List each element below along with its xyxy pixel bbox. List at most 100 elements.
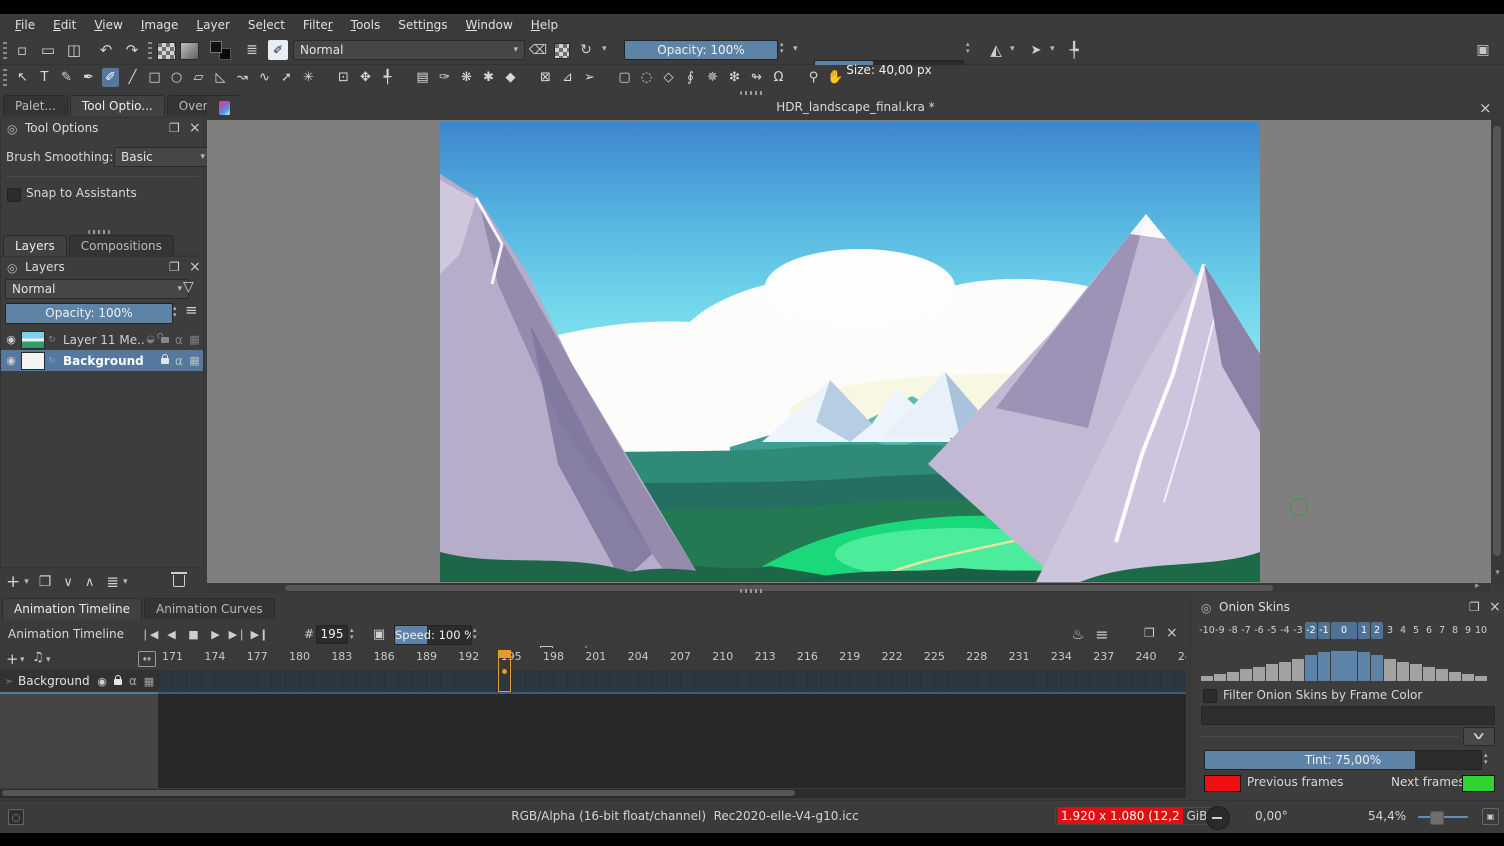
ruler-label[interactable]: 240 [1134, 650, 1176, 663]
scroll-down-icon[interactable]: ▾ [1492, 568, 1503, 578]
splitter-grip[interactable] [740, 91, 764, 95]
ruler-label[interactable]: 174 [202, 650, 244, 663]
ruler-label[interactable]: 225 [922, 650, 964, 663]
toolbox-tool[interactable]: ↖ [14, 68, 31, 87]
close-docker-icon[interactable]: × [189, 120, 201, 136]
toolbox-tool[interactable]: ✥ [357, 68, 374, 87]
onion-opacity-bar[interactable] [1331, 651, 1357, 681]
toolbox-tool[interactable]: ◆ [502, 68, 519, 87]
onion-opacity-bar[interactable] [1227, 672, 1239, 681]
ruler-label[interactable]: 216 [795, 650, 837, 663]
ruler-label[interactable]: 198 [541, 650, 583, 663]
toolbox-tool[interactable]: ▱ [190, 68, 207, 87]
close-document-icon[interactable]: × [1479, 99, 1492, 117]
chevron-down-icon[interactable]: ▾ [24, 577, 29, 587]
onion-frame-toggle[interactable]: 0 [1331, 622, 1357, 639]
docker-tab[interactable]: Tool Optio... [70, 95, 165, 116]
brush-smoothing-select[interactable]: Basic ▾ [114, 147, 212, 167]
chevron-down-icon[interactable]: ▾ [602, 44, 607, 54]
onion-skin-toggle-icon[interactable]: ◒ [144, 334, 157, 345]
toolbox-tool[interactable]: ✒ [80, 68, 97, 87]
delete-layer-button[interactable] [173, 575, 185, 590]
redo-button[interactable]: ↷ [122, 40, 142, 60]
timeline-menu-icon[interactable]: ≡ [1092, 624, 1112, 644]
track-visibility-icon[interactable]: ◉ [94, 675, 110, 688]
onion-frame-toggle[interactable]: -7 [1240, 622, 1252, 639]
brush-presets-button[interactable]: ≣ [242, 40, 262, 60]
menu-item[interactable]: Filter [294, 18, 342, 32]
expand-settings-button[interactable]: ∨ [1463, 727, 1495, 746]
opacity-spinner[interactable]: ▴▾ [780, 41, 784, 55]
snap-to-assistants-checkbox[interactable] [7, 188, 21, 202]
open-document-button[interactable]: ▭ [38, 40, 58, 60]
onion-frame-toggle[interactable]: 7 [1436, 622, 1448, 639]
transport-button[interactable]: ▶❙ [250, 624, 269, 644]
toolbox-tool[interactable]: ○ [168, 68, 185, 87]
float-docker-icon[interactable]: ❐ [1144, 626, 1155, 640]
docker-tab[interactable]: Animation Timeline [2, 598, 142, 619]
onion-frame-toggle[interactable]: -4 [1279, 622, 1291, 639]
onion-opacity-bar[interactable] [1240, 669, 1252, 681]
menu-item[interactable]: Image [132, 18, 188, 32]
preserve-alpha-button[interactable] [554, 43, 570, 59]
size-slider[interactable]: Size: 40,00 px [814, 60, 964, 80]
toolbox-tool[interactable]: ⊠ [537, 68, 554, 87]
onion-opacity-bar[interactable] [1201, 676, 1213, 681]
onion-opacity-bar[interactable] [1214, 674, 1226, 681]
toolbox-tool[interactable]: □ [146, 68, 163, 87]
track-frames[interactable] [158, 670, 1186, 694]
inherit-alpha-icon[interactable]: ▦ [186, 354, 203, 367]
close-docker-icon[interactable]: × [1489, 599, 1501, 615]
layer-row[interactable]: ◉ ↻ Layer 11 Me... ◒ α ▦ [1, 329, 203, 350]
ruler-label[interactable]: 228 [964, 650, 1006, 663]
foreground-color-swatch[interactable] [210, 41, 222, 53]
ruler-label[interactable]: 180 [287, 650, 329, 663]
chevron-down-icon[interactable]: ▾ [20, 655, 25, 665]
onion-frame-toggle[interactable]: -9 [1214, 622, 1226, 639]
onion-frame-toggle[interactable]: -8 [1227, 622, 1239, 639]
close-docker-icon[interactable]: × [189, 259, 201, 275]
chevron-down-icon[interactable]: ▾ [793, 44, 798, 54]
timeline-hscrollbar[interactable] [0, 789, 1186, 798]
chevron-down-icon[interactable]: ▾ [1010, 44, 1015, 54]
onion-opacity-bar[interactable] [1397, 662, 1409, 681]
menu-item[interactable]: File [6, 18, 44, 32]
onion-opacity-bar[interactable] [1410, 664, 1422, 681]
track-label-row[interactable]: ➣ Background ◉ α ▦ [0, 670, 158, 694]
track-lock-icon[interactable] [110, 674, 126, 688]
ruler-label[interactable]: 186 [372, 650, 414, 663]
menu-item[interactable]: Help [522, 18, 567, 32]
toolbox-tool[interactable]: ∮ [682, 68, 699, 87]
docker-tab[interactable]: Animation Curves [144, 598, 275, 619]
layer-options-menu-icon[interactable]: ≡ [185, 301, 198, 319]
next-frames-color-swatch[interactable] [1462, 775, 1495, 792]
pattern-chooser[interactable] [157, 42, 176, 60]
toolbox-tool[interactable]: ➢ [581, 68, 598, 87]
onion-opacity-bar[interactable] [1384, 659, 1396, 681]
splitter-grip[interactable] [740, 589, 764, 593]
ruler-label[interactable]: 177 [245, 650, 287, 663]
splitter-grip[interactable] [88, 230, 110, 234]
transport-button[interactable]: ■ [184, 624, 203, 644]
blending-mode-select[interactable]: Normal ▾ [293, 40, 525, 60]
onion-opacity-bar[interactable] [1423, 667, 1435, 681]
onion-frame-toggle[interactable]: 9 [1462, 622, 1474, 639]
speed-slider[interactable]: Speed: 100 % [394, 625, 472, 645]
toolbox-tool[interactable]: ◺ [212, 68, 229, 87]
toolbox-tool[interactable]: ❋ [458, 68, 475, 87]
hscrollbar-handle[interactable] [285, 585, 1273, 591]
onion-frame-toggle[interactable]: -10 [1201, 622, 1213, 639]
layer-row-selected[interactable]: ◉ ↻ Background α ▦ [1, 350, 203, 371]
onion-opacity-bar[interactable] [1279, 662, 1291, 681]
toolbox-tool[interactable]: ➚ [278, 68, 295, 87]
menu-item[interactable]: Layer [187, 18, 238, 32]
layer-visibility-icon[interactable]: ◉ [1, 354, 21, 367]
onion-frame-toggle[interactable]: 8 [1449, 622, 1461, 639]
frame-color-filter-input[interactable] [1201, 706, 1495, 725]
canvas-painting[interactable] [440, 122, 1260, 582]
ruler-label[interactable]: 231 [1007, 650, 1049, 663]
ruler-label[interactable]: 183 [329, 650, 371, 663]
onion-opacity-bar[interactable] [1449, 672, 1461, 681]
zoom-slider[interactable] [1418, 816, 1468, 818]
ruler-label[interactable]: 213 [753, 650, 795, 663]
